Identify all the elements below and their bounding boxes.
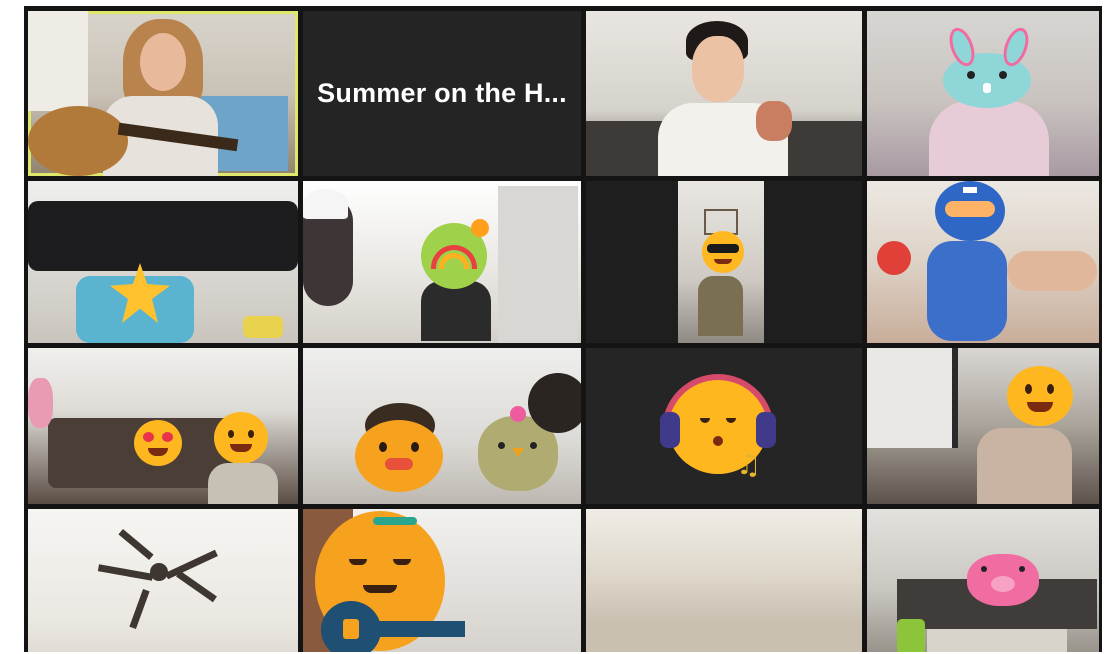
person-face	[140, 33, 186, 91]
sun-icon	[471, 219, 489, 237]
pig-mask-icon	[967, 554, 1039, 606]
video-call-screen: Summer on the H... ♫	[24, 6, 1102, 652]
child-body	[698, 276, 743, 336]
participant-tile-ceiling-fan[interactable]	[28, 509, 298, 652]
adult-arm	[1007, 251, 1097, 291]
cap	[303, 189, 348, 219]
window-light	[28, 11, 88, 111]
ceiling-fan-icon	[97, 528, 218, 629]
participant-tile-ceiling[interactable]	[586, 509, 862, 652]
table	[927, 629, 1067, 652]
wall-corner	[586, 619, 862, 652]
green-cup	[897, 619, 925, 652]
red-toy	[877, 241, 911, 275]
participant-tile-name-only[interactable]: Summer on the H...	[303, 11, 581, 176]
participant-tile-pig-filter[interactable]	[867, 509, 1099, 652]
smiling-face-icon	[1007, 366, 1073, 426]
participant-tile-rainbow-filter[interactable]	[303, 181, 581, 343]
participant-tile-headphones-filter[interactable]: ♫	[586, 348, 862, 504]
guitar-icon	[321, 601, 381, 652]
child-body	[927, 241, 1007, 341]
toy	[243, 316, 283, 338]
waving-hand	[756, 101, 792, 141]
child-body	[421, 281, 491, 341]
child-body	[208, 463, 278, 504]
window-frame	[867, 348, 958, 448]
person-body	[977, 428, 1072, 504]
bunny-mask-icon	[943, 24, 1034, 108]
participant-tile-smile-filter[interactable]	[867, 348, 1099, 504]
person-face	[692, 36, 744, 102]
guitar-icon	[28, 106, 128, 176]
ninja-face-icon	[935, 181, 1005, 241]
person-body	[929, 101, 1049, 176]
participant-gallery: Summer on the H... ♫	[28, 11, 1099, 652]
heart-eyes-face-icon	[134, 420, 182, 466]
participant-tile-ninja-filter[interactable]	[867, 181, 1099, 343]
participant-tile-star-filter[interactable]	[28, 181, 298, 343]
duck-face-icon	[355, 420, 443, 492]
participant-tile-man-singing[interactable]	[586, 11, 862, 176]
black-couch	[28, 201, 298, 271]
participant-tile-guitar-singer[interactable]	[28, 11, 298, 176]
participant-tile-duck-chick[interactable]	[303, 348, 581, 504]
pink-decor	[28, 378, 53, 428]
sunglasses-face-icon	[702, 231, 744, 273]
participant-tile-bunny-filter[interactable]	[867, 11, 1099, 176]
participant-name-label: Summer on the H...	[317, 78, 567, 108]
smiling-face-icon	[214, 412, 268, 464]
guitar-neck	[375, 621, 465, 637]
participant-tile-sunglasses-filter[interactable]	[586, 181, 862, 343]
participant-tile-guitar-face[interactable]	[303, 509, 581, 652]
participant-tile-two-faces[interactable]	[28, 348, 298, 504]
adult-hair	[528, 373, 581, 433]
doorway	[498, 186, 578, 343]
music-note-icon: ♫	[736, 448, 762, 481]
